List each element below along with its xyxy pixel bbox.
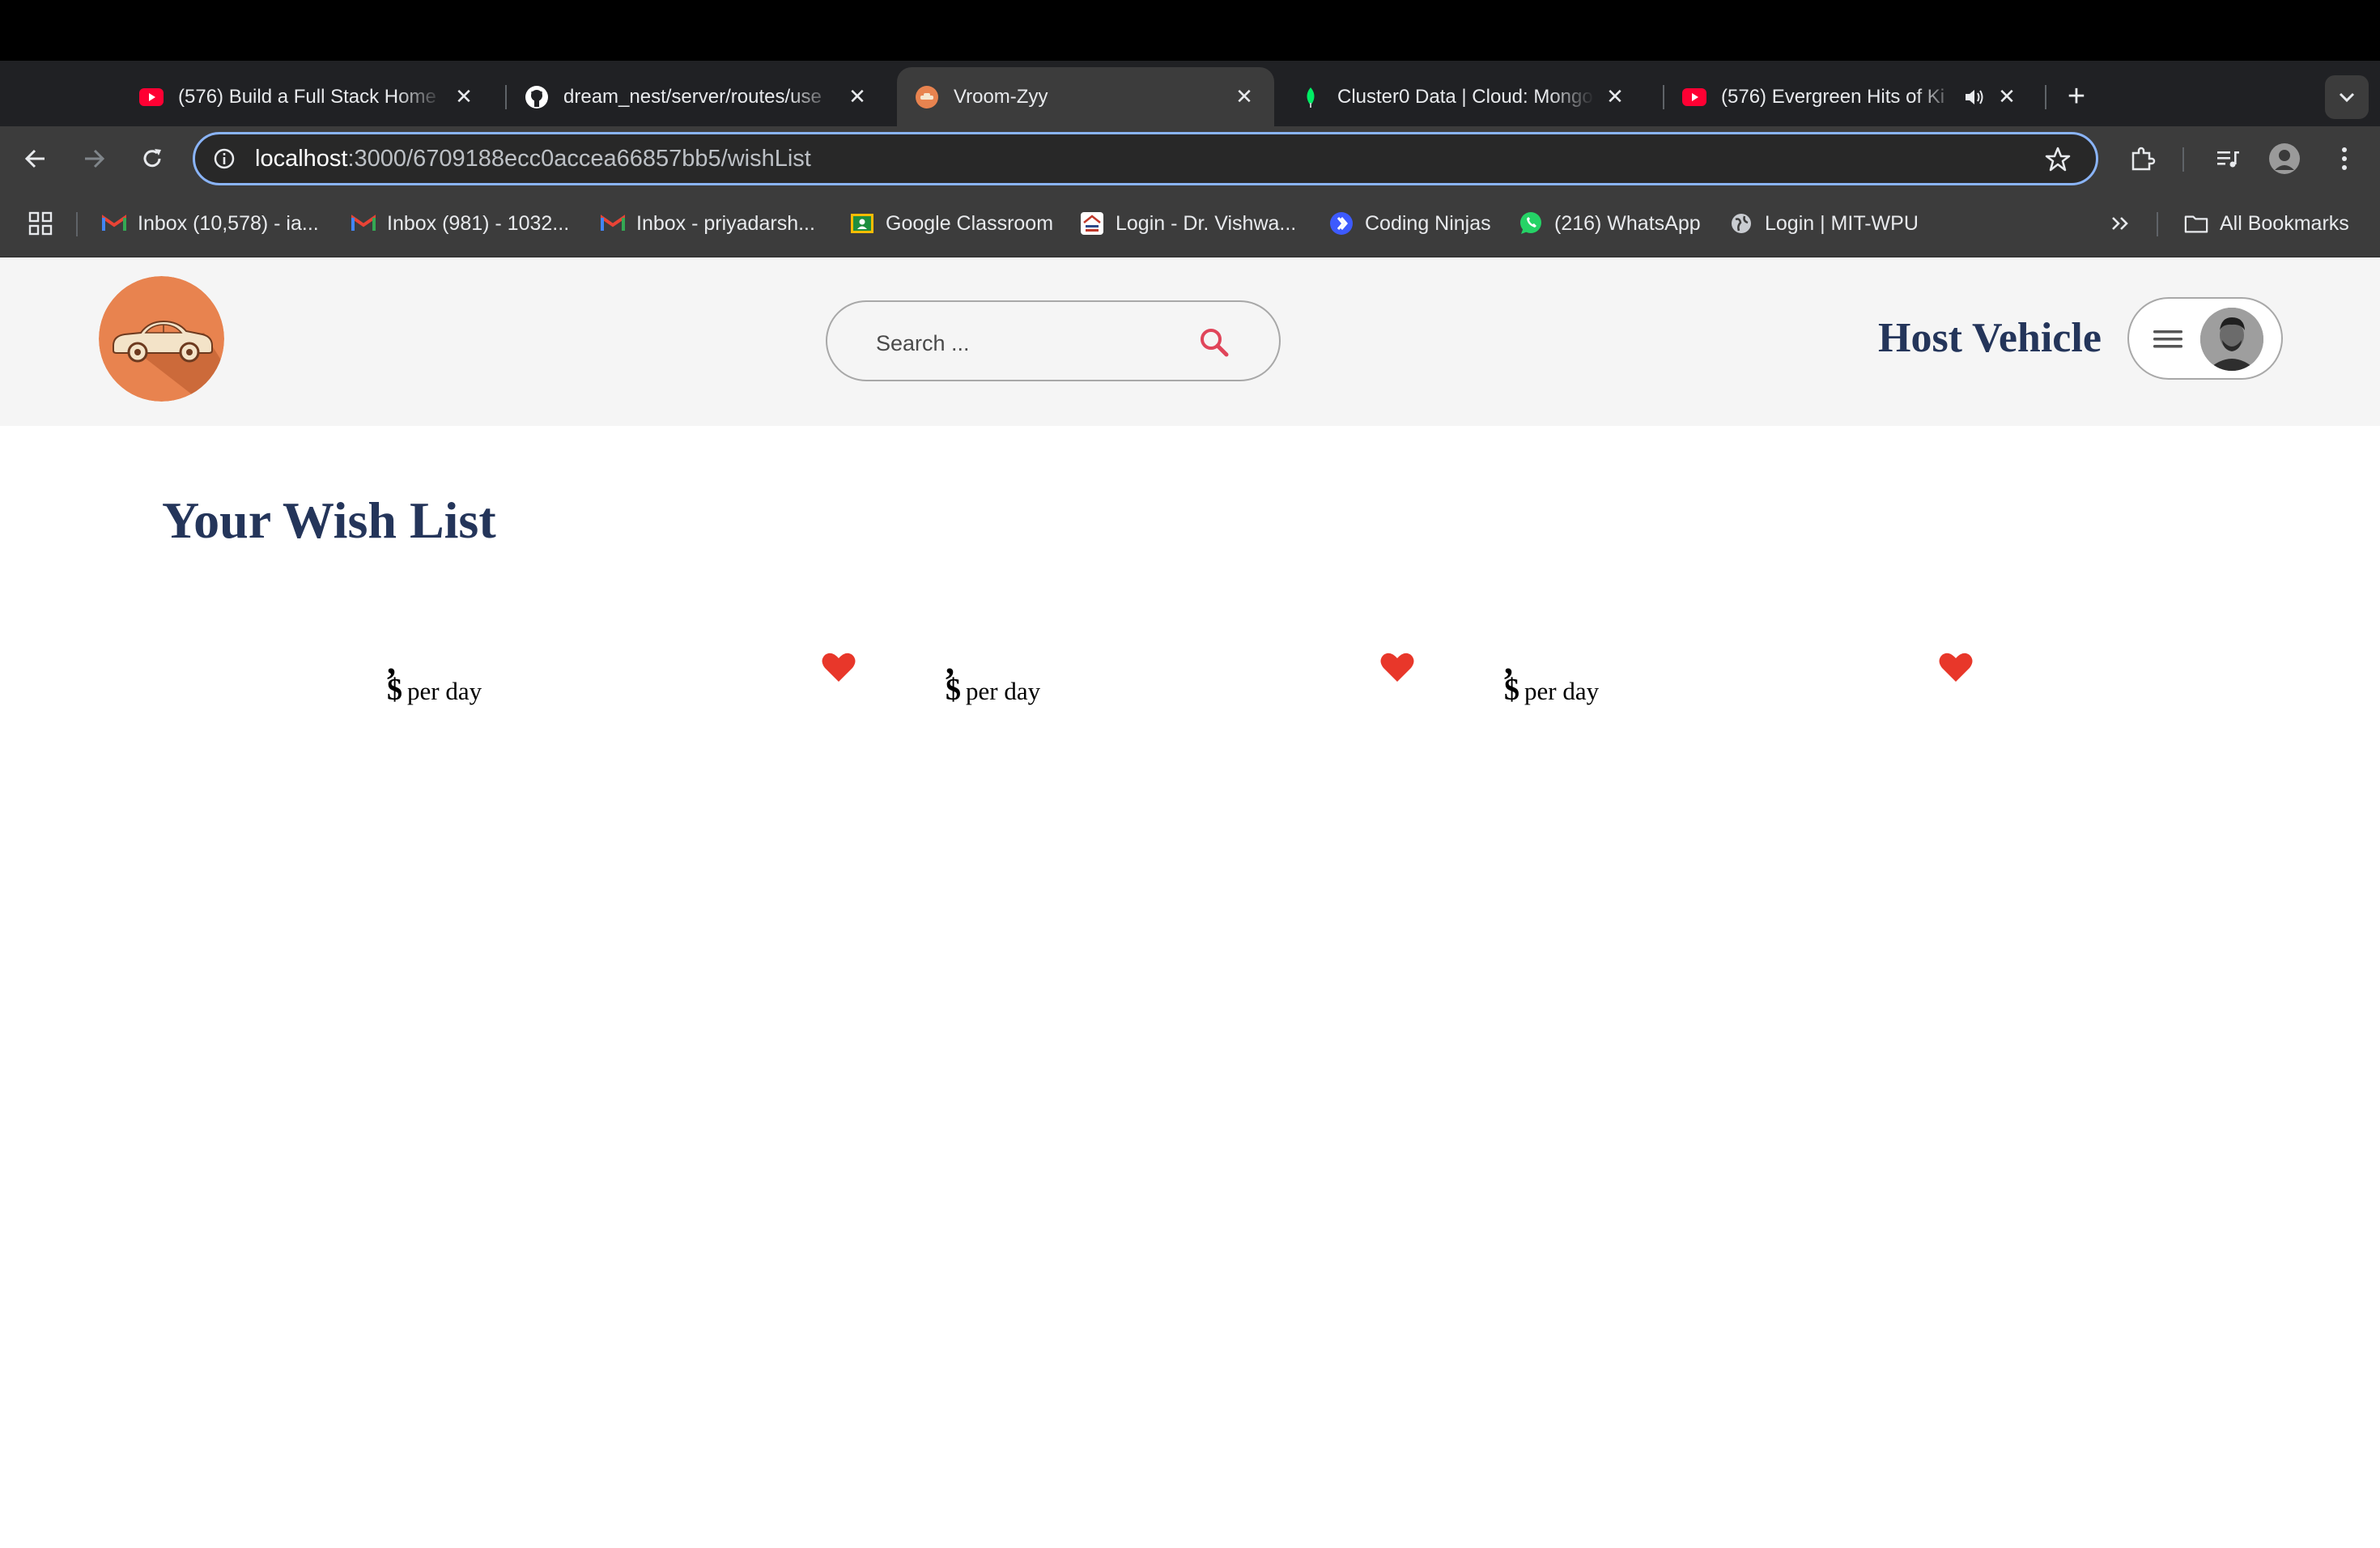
tab-title: dream_nest/server/routes/use — [563, 85, 822, 108]
tab-search-chevron-down-icon[interactable] — [2325, 75, 2369, 119]
tab-youtube-build[interactable]: (576) Build a Full Stack Home ✕ — [121, 67, 494, 126]
bookmark-label: Inbox (981) - 1032... — [387, 211, 570, 235]
search-input[interactable] — [874, 325, 1185, 362]
price-line: $ per day — [1504, 672, 1599, 708]
bookmark-label: Inbox (10,578) - ia... — [138, 211, 319, 235]
bookmark-label: (216) WhatsApp — [1554, 211, 1701, 235]
close-icon[interactable]: ✕ — [452, 84, 476, 109]
close-icon[interactable]: ✕ — [845, 84, 869, 109]
bookmarks-separator — [76, 212, 78, 236]
more-bookmarks-chevron-icon[interactable] — [2110, 209, 2132, 238]
whatsapp-icon — [1519, 211, 1543, 236]
heart-icon[interactable] — [821, 651, 856, 683]
tab-github[interactable]: dream_nest/server/routes/use ✕ — [507, 67, 887, 126]
page-title: Your Wish List — [162, 491, 496, 549]
tab-title: (576) Build a Full Stack Home — [178, 85, 436, 108]
media-controls-icon[interactable] — [2210, 141, 2246, 176]
gmail-icon — [102, 211, 126, 236]
wishlist-card[interactable]: , $ per day — [946, 644, 1464, 742]
per-day-label: per day — [1524, 677, 1600, 705]
vroom-zyy-favicon — [915, 85, 939, 109]
close-icon[interactable]: ✕ — [1232, 84, 1256, 109]
address-bar[interactable]: localhost:3000/6709188ecc0accea66857bb5/… — [193, 132, 2098, 185]
site-info-icon[interactable] — [211, 146, 237, 172]
heart-icon[interactable] — [1379, 651, 1415, 683]
forward-arrow-icon[interactable] — [76, 141, 112, 176]
tab-title: (576) Evergreen Hits of Ki — [1721, 85, 1945, 108]
url-host: localhost — [255, 145, 348, 172]
bookmark-label: Inbox - priyadarsh... — [636, 211, 815, 235]
bookmark-whatsapp[interactable]: (216) WhatsApp — [1519, 209, 1701, 238]
tab-strip: (576) Build a Full Stack Home ✕ dream_ne… — [0, 61, 2380, 126]
youtube-icon — [1682, 85, 1706, 109]
google-classroom-icon — [850, 211, 874, 236]
coding-ninjas-icon — [1329, 211, 1354, 236]
reload-icon[interactable] — [134, 141, 170, 176]
price-line: $ per day — [946, 672, 1040, 708]
close-icon[interactable]: ✕ — [1995, 84, 2019, 109]
url-text[interactable]: localhost:3000/6709188ecc0accea66857bb5/… — [255, 146, 811, 172]
heart-icon[interactable] — [1938, 651, 1974, 683]
bookmark-label: Login | MIT-WPU — [1765, 211, 1919, 235]
bookmark-gmail-1[interactable]: Inbox (10,578) - ia... — [102, 209, 319, 238]
browser-toolbar: localhost:3000/6709188ecc0accea66857bb5/… — [0, 126, 2380, 191]
all-bookmarks-folder[interactable]: All Bookmarks — [2184, 209, 2349, 238]
bookmark-gmail-2[interactable]: Inbox (981) - 1032... — [351, 209, 569, 238]
back-arrow-icon[interactable] — [18, 141, 53, 176]
mongodb-leaf-icon — [1298, 85, 1323, 109]
folder-icon — [2184, 211, 2208, 236]
bookmark-label: Coding Ninjas — [1365, 211, 1491, 235]
toolbar-separator — [2182, 147, 2184, 172]
user-avatar — [2200, 308, 2263, 371]
tab-separator — [2045, 85, 2046, 109]
university-icon — [1080, 211, 1104, 236]
bookmarks-separator — [2157, 212, 2158, 236]
bookmark-dr-vishwa[interactable]: Login - Dr. Vishwa... — [1080, 209, 1296, 238]
os-top-bar — [0, 0, 2380, 61]
gmail-icon — [351, 211, 376, 236]
bookmark-coding-ninjas[interactable]: Coding Ninjas — [1329, 209, 1491, 238]
kebab-menu-icon[interactable] — [2327, 141, 2362, 176]
price-line: $ per day — [387, 672, 482, 708]
bookmark-label: Google Classroom — [886, 211, 1054, 235]
currency-symbol: $ — [387, 673, 402, 707]
gmail-icon — [601, 211, 625, 236]
vroom-zyy-logo[interactable] — [99, 276, 224, 402]
bookmark-mit-wpu[interactable]: Login | MIT-WPU — [1729, 209, 1919, 238]
currency-symbol: $ — [946, 673, 961, 707]
bookmarks-bar: Inbox (10,578) - ia... Inbox (981) - 103… — [0, 191, 2380, 257]
tab-title: Vroom-Zyy — [954, 85, 1048, 108]
speaker-icon[interactable] — [1962, 85, 1987, 109]
bookmark-star-icon[interactable] — [2044, 146, 2072, 173]
bookmark-label: Login - Dr. Vishwa... — [1116, 211, 1297, 235]
tab-vroom-zyy[interactable]: Vroom-Zyy ✕ — [897, 67, 1274, 126]
search-bar — [826, 300, 1281, 381]
url-path: :3000/6709188ecc0accea66857bb5/wishList — [347, 145, 811, 172]
wishlist-card[interactable]: , $ per day — [387, 644, 905, 742]
extensions-puzzle-icon[interactable] — [2124, 141, 2160, 176]
apps-grid-icon[interactable] — [28, 209, 53, 238]
tab-title: Cluster0 Data | Cloud: Mongo — [1337, 85, 1593, 108]
new-tab-plus-icon[interactable]: + — [2060, 80, 2093, 113]
close-icon[interactable]: ✕ — [1603, 84, 1627, 109]
per-day-label: per day — [407, 677, 482, 705]
site-header: Host Vehicle — [0, 257, 2380, 426]
currency-symbol: $ — [1504, 673, 1519, 707]
per-day-label: per day — [966, 677, 1041, 705]
host-vehicle-link[interactable]: Host Vehicle — [1878, 314, 2102, 362]
wishlist-card[interactable]: , $ per day — [1504, 644, 2022, 742]
bookmark-label: All Bookmarks — [2220, 211, 2349, 235]
profile-avatar-icon[interactable] — [2267, 141, 2302, 176]
hamburger-menu-icon — [2153, 330, 2182, 348]
bookmark-google-classroom[interactable]: Google Classroom — [850, 209, 1053, 238]
bookmark-gmail-3[interactable]: Inbox - priyadarsh... — [601, 209, 815, 238]
globe-icon — [1729, 211, 1753, 236]
account-menu-button[interactable] — [2127, 297, 2283, 380]
github-icon — [525, 85, 549, 109]
youtube-icon — [139, 85, 164, 109]
tab-youtube-evergreen[interactable]: (576) Evergreen Hits of Ki ✕ — [1664, 67, 2037, 126]
tab-mongodb[interactable]: Cluster0 Data | Cloud: Mongo ✕ — [1281, 67, 1645, 126]
search-icon[interactable] — [1196, 325, 1232, 360]
